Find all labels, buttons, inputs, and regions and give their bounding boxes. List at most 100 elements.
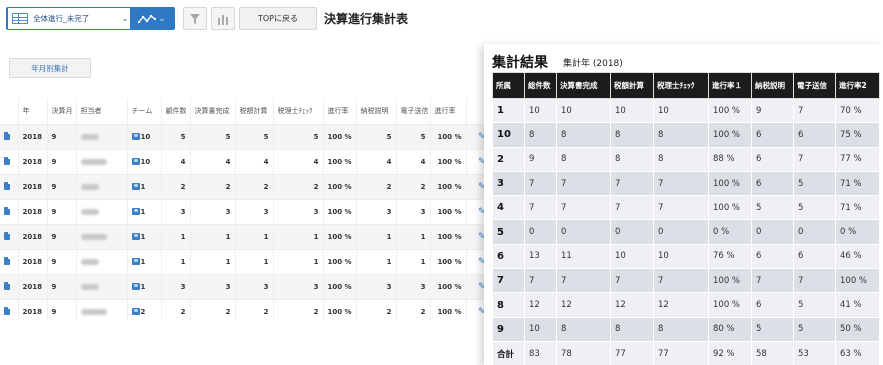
summary-value-cell: 7 (610, 170, 654, 197)
row-icon-cell[interactable] (0, 248, 19, 274)
column-header[interactable]: 決算書完成 (190, 98, 236, 124)
value-cell: 1 (161, 248, 191, 274)
row-icon-cell[interactable] (0, 298, 19, 320)
value-cell: 4 (396, 148, 431, 174)
bar-chart-button[interactable] (211, 7, 235, 30)
redacted-name (80, 308, 107, 315)
summary-value-cell: 78 (556, 340, 611, 365)
summary-value-cell: 77 (610, 340, 654, 365)
table-row[interactable]: 2018 9 10 4 4 4 4 100 % 4 4 100 % ✎ (0, 148, 490, 174)
column-header[interactable]: 税理士ﾁｪｯｸ (273, 98, 324, 124)
summary-group-cell: 1 (492, 97, 525, 124)
value-cell: 1 (356, 248, 397, 274)
value-cell: 2 (356, 298, 397, 320)
year-cell: 2018 (18, 248, 48, 274)
table-row[interactable]: 2018 9 2 2 2 2 2 100 % 2 2 100 % ✎ (0, 298, 490, 320)
column-header[interactable]: 顧件数 (161, 98, 191, 124)
value-cell: 3 (396, 273, 431, 299)
row-icon-cell[interactable] (0, 223, 19, 249)
column-header[interactable]: 進行率 (323, 98, 357, 124)
table-row[interactable]: 2018 9 1 3 3 3 3 100 % 3 3 100 % ✎ (0, 273, 490, 299)
row-icon-cell[interactable] (0, 173, 19, 199)
summary-column-header: 総件数 (524, 72, 557, 99)
summary-value-cell: 92 % (708, 340, 752, 365)
column-header[interactable]: 年 (18, 98, 48, 124)
column-header[interactable]: 担当者 (76, 98, 128, 124)
summary-value-cell: 41 % (835, 292, 880, 318)
table-row[interactable]: 2018 9 1 2 2 2 2 100 % 2 2 100 % ✎ (0, 173, 490, 199)
value-cell: 1 (273, 223, 324, 249)
team-cell: 10 (127, 148, 162, 174)
summary-value-cell: 77 % (835, 146, 880, 172)
view-select[interactable]: 全体進行_未完了 ⌄ ⌄ (6, 7, 175, 30)
summary-value-cell: 11 (556, 243, 611, 270)
table-row[interactable]: 2018 9 1 1 1 1 1 100 % 1 1 100 % ✎ (0, 223, 490, 249)
main-table: 年 決算月 担当者 チーム 顧件数 決算書完成 税額計算 税理士ﾁｪｯｸ 進行率… (0, 98, 490, 320)
column-header[interactable]: 決算月 (47, 98, 77, 124)
table-icon (12, 13, 28, 24)
value-cell: 100 % (323, 198, 357, 224)
document-icon[interactable] (4, 281, 10, 290)
document-icon[interactable] (4, 131, 10, 140)
value-cell: 100 % (430, 298, 467, 320)
row-icon-cell[interactable] (0, 198, 19, 224)
team-icon (131, 208, 140, 215)
summary-value-cell: 71 % (835, 170, 880, 197)
table-row[interactable]: 2018 9 1 1 1 1 1 100 % 1 1 100 % ✎ (0, 248, 490, 274)
column-header-icon (0, 98, 19, 124)
summary-value-cell: 6 (751, 146, 794, 172)
team-value: 2 (140, 307, 146, 316)
redacted-name (80, 133, 99, 140)
summary-value-cell: 10 (653, 243, 709, 270)
top-button[interactable]: TOPに戻る (239, 7, 317, 30)
year-cell: 2018 (18, 123, 48, 149)
team-value: 1 (140, 207, 146, 216)
team-cell: 1 (127, 198, 162, 224)
value-cell: 1 (396, 223, 431, 249)
value-cell: 5 (235, 123, 274, 149)
document-icon[interactable] (4, 231, 10, 240)
summary-value-cell: 10 (524, 316, 557, 342)
value-cell: 3 (235, 273, 274, 299)
team-cell: 10 (127, 123, 162, 149)
summary-value-cell: 0 (751, 219, 794, 245)
summary-value-cell: 76 % (708, 243, 752, 270)
value-cell: 100 % (430, 198, 467, 224)
filter-button[interactable] (183, 7, 207, 30)
document-icon[interactable] (4, 181, 10, 190)
month-cell: 9 (47, 148, 77, 174)
chart-type-select[interactable]: ⌄ (130, 8, 174, 29)
summary-value-cell: 10 (556, 97, 611, 124)
staff-cell (76, 273, 128, 299)
document-icon[interactable] (4, 156, 10, 165)
summary-row: 4 7 7 7 7 100 % 5 5 71 % (492, 195, 880, 221)
row-icon-cell[interactable] (0, 123, 19, 149)
row-icon-cell[interactable] (0, 273, 19, 299)
column-header[interactable]: チーム (127, 98, 162, 124)
document-icon[interactable] (4, 306, 10, 315)
column-header[interactable]: 進行率 (430, 98, 467, 124)
summary-value-cell: 77 (653, 340, 709, 365)
column-header[interactable]: 納税説明 (356, 98, 397, 124)
summary-value-cell: 0 (556, 219, 611, 245)
table-row[interactable]: 2018 9 10 5 5 5 5 100 % 5 5 100 % ✎ (0, 123, 490, 149)
summary-value-cell: 7 (556, 268, 611, 294)
view-select-main[interactable]: 全体進行_未完了 ⌄ (8, 8, 130, 29)
summary-value-cell: 63 % (835, 340, 880, 365)
staff-cell (76, 198, 128, 224)
table-row[interactable]: 2018 9 1 3 3 3 3 100 % 3 3 100 % ✎ (0, 198, 490, 224)
staff-cell (76, 123, 128, 149)
row-icon-cell[interactable] (0, 148, 19, 174)
value-cell: 3 (190, 198, 236, 224)
year-cell: 2018 (18, 148, 48, 174)
summary-value-cell: 88 % (708, 146, 752, 172)
month-cell: 9 (47, 173, 77, 199)
document-icon[interactable] (4, 256, 10, 265)
value-cell: 100 % (323, 123, 357, 149)
column-header[interactable]: 電子送信 (396, 98, 431, 124)
document-icon[interactable] (4, 206, 10, 215)
monthly-summary-button[interactable]: 年月別集計 (9, 58, 91, 78)
column-header[interactable]: 税額計算 (235, 98, 274, 124)
staff-cell (76, 148, 128, 174)
toolbar: 全体進行_未完了 ⌄ ⌄ TOPに戻る (6, 6, 317, 31)
